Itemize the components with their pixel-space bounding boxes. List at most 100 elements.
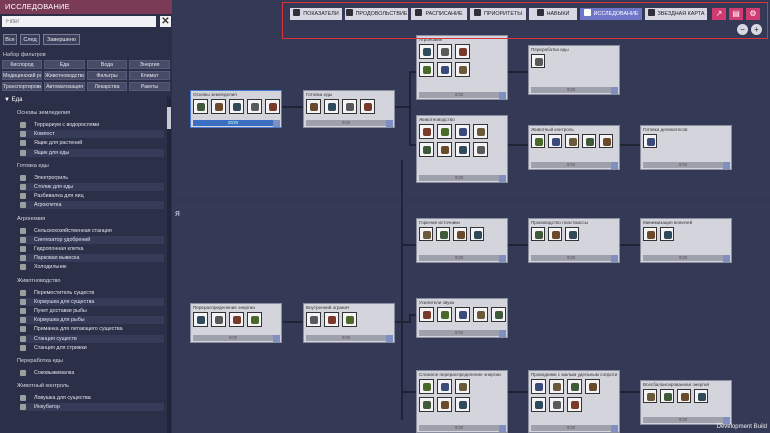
research-list-item[interactable]: Агроклетка (20, 201, 164, 210)
filter-chip[interactable]: Климат (129, 71, 170, 80)
research-node[interactable]: Производство пластмассы 0/30 (528, 218, 620, 263)
toolbar-button[interactable]: ИССЛЕДОВАНИЕ (580, 8, 642, 20)
queue-icon[interactable] (723, 417, 730, 424)
queue-icon[interactable] (611, 87, 618, 94)
research-list-item[interactable]: Разбивалка для яиц (20, 192, 164, 200)
research-list-item[interactable]: Станция для стрижки (20, 344, 164, 352)
queue-icon[interactable] (499, 330, 506, 337)
queue-icon[interactable] (499, 175, 506, 182)
building-icon (20, 193, 26, 200)
queue-icon[interactable] (499, 425, 506, 432)
scrollbar-thumb[interactable] (167, 107, 171, 129)
research-list-item[interactable]: Соковыжималка (20, 369, 164, 377)
building-icon (20, 140, 26, 147)
queue-icon[interactable] (386, 120, 393, 127)
research-list-item[interactable]: Инкубатор (20, 403, 164, 412)
filter-chip[interactable]: Фильтры (87, 71, 127, 80)
filter-chip[interactable]: Животноводство (44, 71, 85, 80)
filter-chip[interactable]: Кислород (2, 60, 42, 69)
research-list-item[interactable]: Станция существ (20, 334, 164, 343)
queue-icon[interactable] (273, 120, 280, 127)
building-icon (360, 99, 375, 114)
building-icon (470, 227, 484, 241)
building-icon (193, 312, 208, 327)
research-progress-bar: 0/30 (419, 425, 499, 431)
building-icon (677, 389, 691, 403)
research-list-item[interactable]: Парковая вывеска (20, 254, 164, 263)
research-list-item[interactable]: Электрогриль (20, 174, 164, 182)
book-icon[interactable]: ▤ (729, 8, 743, 20)
toolbar-button[interactable]: ПРОДОВОЛЬСТВИЕ (345, 8, 408, 20)
queue-icon[interactable] (611, 425, 618, 432)
research-node[interactable]: Проводники с малым удельным сопротивлени… (528, 370, 620, 433)
research-list-item[interactable]: Сельскохозяйственная станция (20, 227, 164, 235)
toolbar-button[interactable]: ЗВЕЗДНАЯ КАРТА (645, 8, 707, 20)
research-list-item[interactable]: Компост (20, 130, 164, 139)
item-label: Ловушка для существа (34, 395, 91, 402)
research-list-item[interactable]: Кормушка для существа (20, 297, 164, 306)
gear-icon[interactable]: ⚙ (746, 8, 760, 20)
research-list-item[interactable]: Холодильник (20, 263, 164, 271)
research-list-item[interactable]: Ловушка для существа (20, 394, 164, 402)
filter-chip[interactable]: Лекарства (87, 82, 127, 91)
filter-chip[interactable]: Еда (44, 60, 85, 69)
toolbar-button[interactable]: ПРИОРИТЕТЫ (470, 8, 526, 20)
queue-icon[interactable] (611, 255, 618, 262)
research-list-item[interactable]: Столик для еды (20, 183, 164, 191)
research-node[interactable]: Усилители звука 0/30 (416, 298, 508, 338)
research-node[interactable]: Всесбалансированная энергия 0/30 (640, 380, 732, 425)
research-node[interactable]: Горючие источники 0/30 (416, 218, 508, 263)
research-node[interactable]: Агрономия 0/30 (416, 35, 508, 100)
toolbar-button[interactable]: ПОКАЗАТЕЛИ (290, 8, 342, 20)
research-list-item[interactable]: Синтезатор удобрений (20, 235, 164, 244)
chart-icon[interactable]: ↗ (712, 8, 726, 20)
research-node[interactable]: Животный контроль 0/30 (528, 125, 620, 170)
filter-chip[interactable]: Транспортировка (2, 82, 42, 91)
zoom-in-icon[interactable]: + (751, 24, 762, 35)
zoom-out-icon[interactable]: − (737, 24, 748, 35)
research-list-item[interactable]: Переместитель существ (20, 289, 164, 297)
queue-icon[interactable] (723, 255, 730, 262)
toolbar-button[interactable]: НАВЫКИ (529, 8, 577, 20)
sidebar-scrollbar[interactable] (167, 97, 171, 433)
filter-chip[interactable]: Ракеты (129, 82, 170, 91)
segment-next[interactable]: След (20, 34, 40, 45)
queue-icon[interactable] (499, 92, 506, 99)
item-label: Пункт доставки рыбы (34, 308, 87, 314)
research-node[interactable]: Животноводство 0/30 (416, 115, 508, 183)
research-node[interactable]: Готовка еды 0/30 (303, 90, 395, 128)
building-icon (20, 326, 26, 333)
research-node[interactable]: Основы земледелия 20/20 (190, 90, 282, 128)
queue-icon[interactable] (499, 255, 506, 262)
research-node[interactable]: Внутренний огранич 0/30 (303, 303, 395, 343)
research-node[interactable]: Сложное перераспределение энергии 0/30 (416, 370, 508, 433)
queue-icon[interactable] (386, 335, 393, 342)
filter-chip[interactable]: Энергия (129, 60, 170, 69)
filter-row: ✕ (2, 16, 172, 28)
research-node[interactable]: Переработка еды 0/30 (528, 45, 620, 95)
research-node[interactable]: Готовка деликатесов 0/30 (640, 125, 732, 170)
research-list-item[interactable]: Террариум с водорослями (20, 121, 164, 129)
research-list-item[interactable]: Кормушка для рыбы (20, 316, 164, 325)
research-list-item[interactable]: Приманка для летающего существа (20, 325, 164, 333)
research-list-item[interactable]: Гидропонная клетка (20, 245, 164, 253)
filter-input[interactable] (2, 16, 156, 27)
queue-icon[interactable] (273, 335, 280, 342)
building-icon (419, 379, 434, 394)
queue-icon[interactable] (723, 162, 730, 169)
queue-icon[interactable] (611, 162, 618, 169)
clear-filter-button[interactable]: ✕ (160, 16, 171, 27)
research-node[interactable]: Перераспределение энергии 0/30 (190, 303, 282, 343)
building-icon (660, 227, 674, 241)
research-list-item[interactable]: Ящик для растений (20, 139, 164, 147)
building-icon (419, 142, 434, 157)
filter-chip[interactable]: Вода (87, 60, 127, 69)
filter-chip[interactable]: Медицинский рост (2, 71, 42, 80)
research-node[interactable]: Минимизация вонючей 0/30 (640, 218, 732, 263)
toolbar-button[interactable]: РАСПИСАНИЕ (411, 8, 467, 20)
filter-chip[interactable]: Автоматизация (44, 82, 85, 91)
segment-all[interactable]: Все (3, 34, 17, 45)
research-list-item[interactable]: Пункт доставки рыбы (20, 307, 164, 315)
research-list-item[interactable]: Ящик для еды (20, 148, 164, 157)
segment-completed[interactable]: Завершено (43, 34, 80, 45)
